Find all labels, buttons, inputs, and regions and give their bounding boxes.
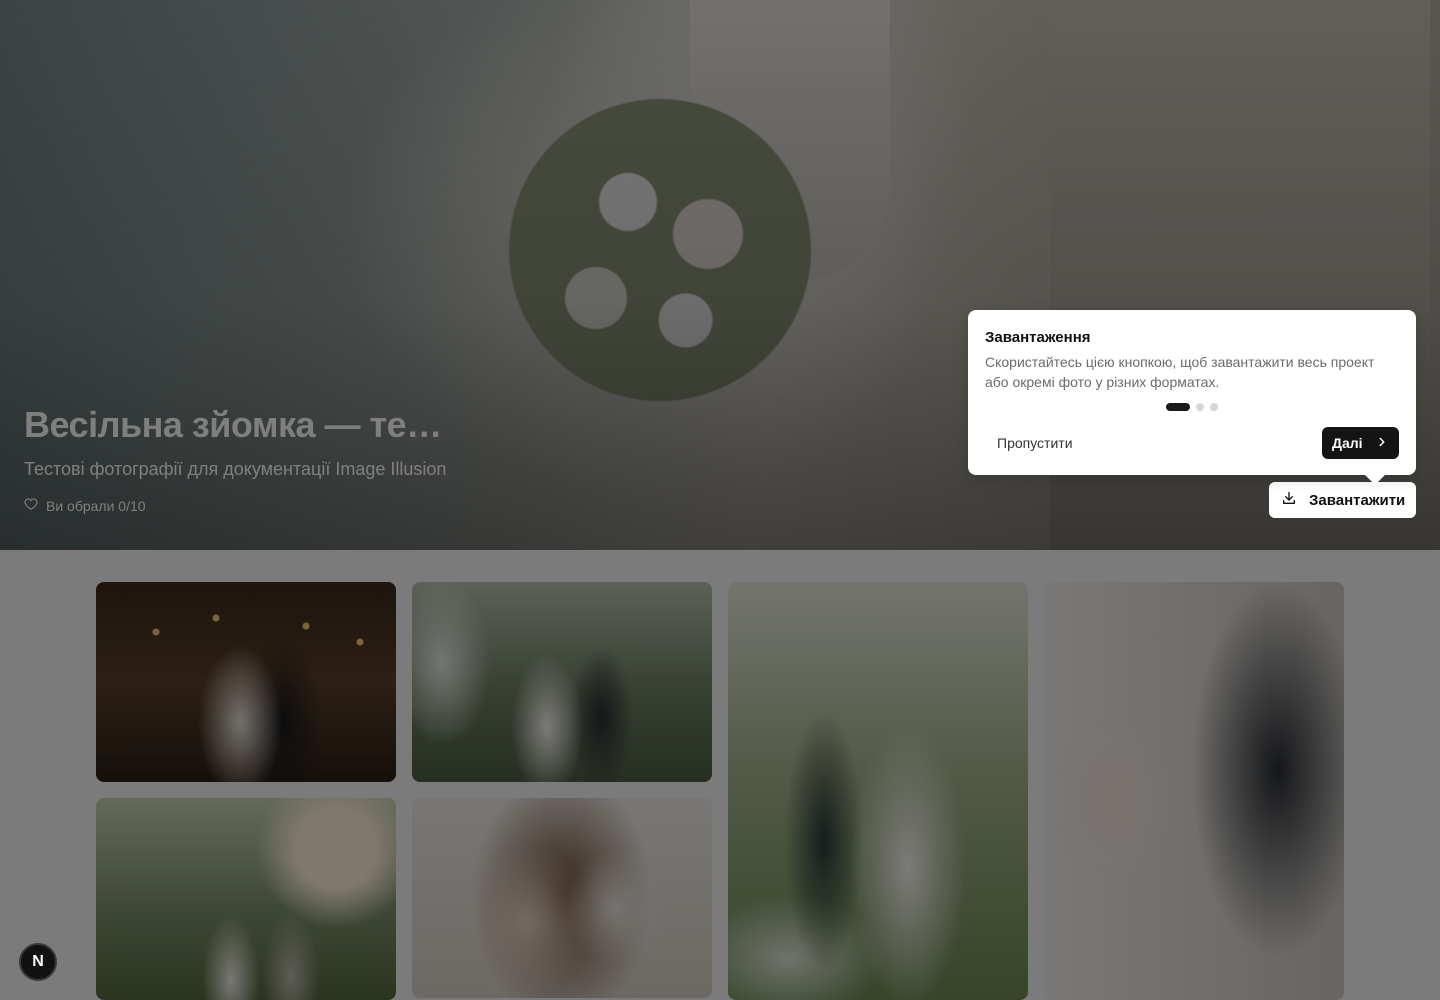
step-indicator — [1166, 403, 1218, 411]
app-logo-badge[interactable]: N — [19, 943, 57, 981]
step-dot — [1210, 403, 1218, 411]
photo-holding-hands[interactable] — [1044, 582, 1344, 1000]
download-icon — [1281, 490, 1297, 510]
download-button[interactable]: Завантажити — [1269, 482, 1416, 518]
photo-ceremony-arch[interactable] — [412, 582, 712, 782]
download-button-label: Завантажити — [1309, 491, 1406, 509]
step-dot — [1196, 403, 1204, 411]
next-button[interactable]: Далі — [1322, 427, 1399, 459]
photo-couple-veil[interactable] — [728, 582, 1028, 1000]
popover-description: Скористайтесь цією кнопкою, щоб завантаж… — [985, 354, 1375, 390]
chevron-right-icon — [1375, 435, 1389, 452]
onboarding-popover: Завантаження Скористайтесь цією кнопкою,… — [968, 310, 1416, 475]
popover-title: Завантаження — [985, 329, 1091, 346]
skip-button[interactable]: Пропустити — [985, 427, 1085, 459]
heart-icon — [24, 497, 38, 514]
photo-bride-mirror[interactable] — [412, 798, 712, 998]
step-dot-active — [1166, 403, 1190, 411]
photo-first-dance[interactable] — [96, 582, 396, 782]
next-button-label: Далі — [1332, 435, 1363, 451]
project-title: Весільна зйомка — те… — [24, 404, 442, 445]
favorites-counter-label: Ви обрали 0/10 — [46, 497, 146, 514]
photo-garden-couple[interactable] — [96, 798, 396, 1000]
favorites-counter[interactable]: Ви обрали 0/10 — [24, 497, 146, 514]
photo-gallery — [96, 582, 1344, 1000]
project-subtitle: Тестові фотографії для документації Imag… — [24, 459, 447, 479]
